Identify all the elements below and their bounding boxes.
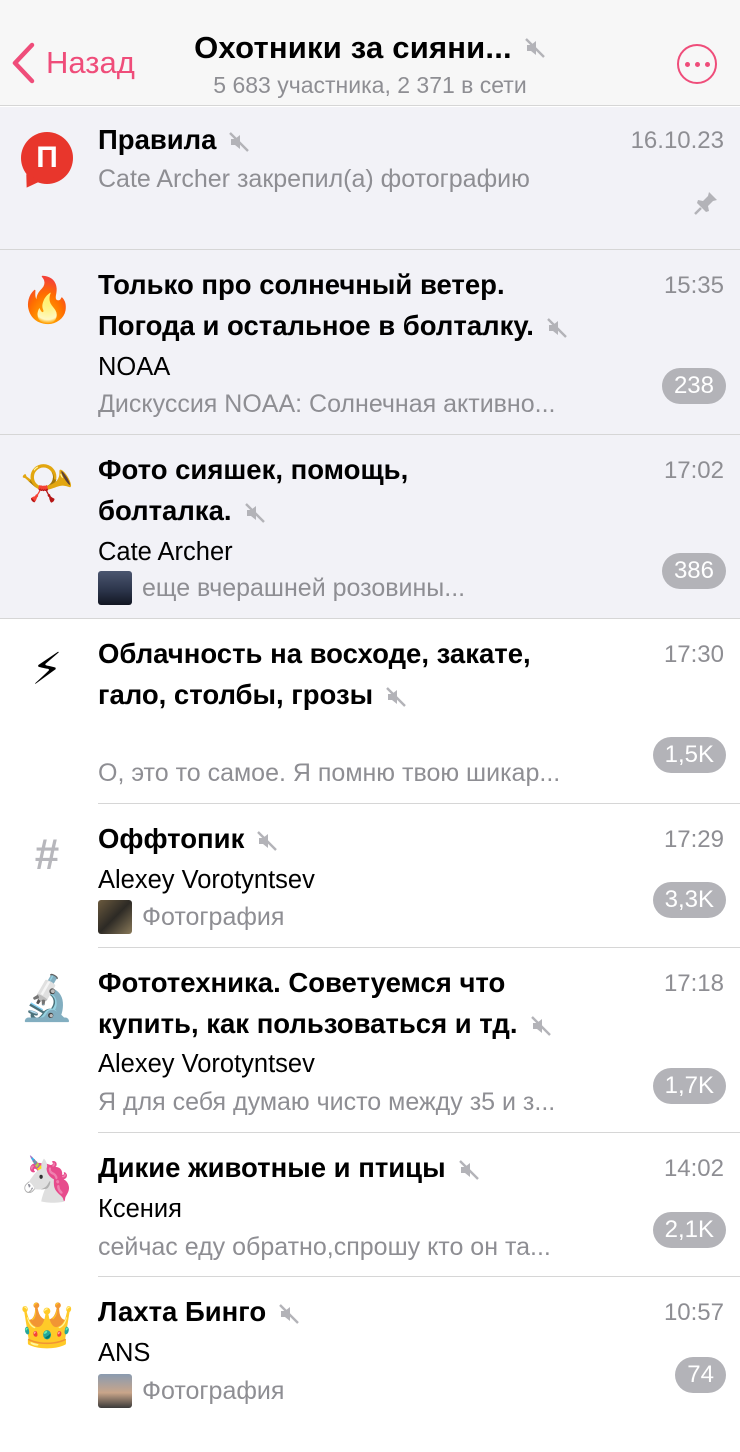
topic-name: Фото сияшек, помощь, болталка. — [98, 449, 638, 531]
topic-item-solar-wind[interactable]: 🔥 Только про солнечный ветер. Погода и о… — [0, 250, 740, 434]
muted-icon — [278, 1303, 300, 1325]
topic-name-line2: купить, как пользоваться и тд. — [98, 1008, 518, 1039]
muted-icon — [530, 1015, 552, 1037]
topic-name: Фототехника. Советуемся что купить, как … — [98, 962, 638, 1044]
topic-sender: Ксения — [98, 1195, 182, 1223]
muted-icon — [524, 37, 546, 59]
chat-title-area[interactable]: Охотники за сияни... 5 683 участника, 2 … — [150, 30, 590, 99]
topic-name: Только про солнечный ветер. Погода и ост… — [98, 264, 638, 346]
topic-name-line1: Облачность на восходе, закате, — [98, 638, 531, 669]
topic-name: Дикие животные и птицы — [98, 1147, 638, 1188]
topic-preview: Дискуссия NOAA: Солнечная активно... — [98, 390, 556, 418]
topic-preview: Фотография — [98, 1374, 638, 1408]
topic-item-lakhta-bingo[interactable]: 👑 Лахта Бинго 10:57 ANS Фотография 74 — [0, 1277, 740, 1427]
rules-icon: П — [18, 129, 76, 187]
topic-item-photo-gear[interactable]: 🔬 Фототехника. Советуемся что купить, ка… — [0, 948, 740, 1132]
topic-time: 17:02 — [663, 457, 724, 484]
muted-icon — [244, 502, 266, 524]
topic-name-text: Оффтопик — [98, 823, 245, 854]
topic-preview: еще вчерашней розовины... — [98, 571, 638, 605]
topic-time: 16.10.23 — [630, 127, 724, 154]
topic-item-clouds[interactable]: ⚡ Облачность на восходе, закате, гало, с… — [0, 619, 740, 803]
fire-icon: 🔥 — [19, 276, 75, 325]
unread-badge: 3,3K — [652, 882, 726, 918]
topic-item-wildlife[interactable]: 🦄 Дикие животные и птицы 14:02 Ксения се… — [0, 1133, 740, 1276]
topic-preview-text: Фотография — [142, 1376, 285, 1405]
photo-thumbnail — [98, 900, 132, 934]
topic-time: 14:02 — [663, 1155, 724, 1182]
topic-name: Облачность на восходе, закате, гало, сто… — [98, 633, 638, 715]
topic-name: Лахта Бинго — [98, 1291, 638, 1332]
topic-name-text: Дикие животные и птицы — [98, 1152, 446, 1183]
crown-icon: 👑 — [19, 1301, 75, 1350]
muted-icon — [385, 686, 407, 708]
topic-time: 15:35 — [663, 272, 724, 299]
topic-item-offtopic[interactable]: # Оффтопик 17:29 Alexey Vorotyntsev Фото… — [0, 804, 740, 947]
chat-header: Назад Охотники за сияни... 5 683 участни… — [0, 0, 740, 106]
chat-subtitle: 5 683 участника, 2 371 в сети — [213, 72, 527, 98]
chat-title: Охотники за сияни... — [194, 30, 512, 65]
topic-preview: О, это то самое. Я помню твою шикар... — [98, 759, 561, 787]
dot-icon — [684, 61, 690, 67]
lightning-icon: ⚡ — [31, 645, 63, 694]
topic-name-line2: болталка. — [98, 495, 232, 526]
topic-preview: Фотография — [98, 900, 638, 934]
muted-icon — [458, 1159, 480, 1181]
unread-badge: 2,1K — [652, 1212, 726, 1248]
muted-icon — [546, 317, 568, 339]
more-options-button[interactable] — [677, 44, 717, 84]
unread-badge: 74 — [675, 1357, 726, 1393]
back-button[interactable]: Назад — [10, 38, 135, 88]
muted-icon — [256, 830, 278, 852]
topic-name-line1: Только про солнечный ветер. — [98, 269, 505, 300]
microscope-icon: 🔬 — [19, 974, 75, 1023]
topic-name: Оффтопик — [98, 818, 638, 859]
topic-item-rules[interactable]: П Правила 16.10.23 Cate Archer закрепил(… — [0, 107, 740, 249]
muted-icon — [228, 131, 250, 153]
topic-preview: Cate Archer закрепил(а) фотографию — [98, 165, 530, 193]
topic-item-aurora-photos[interactable]: 📯 Фото сияшек, помощь, болталка. 17:02 C… — [0, 435, 740, 618]
dot-icon — [694, 61, 700, 67]
topic-preview: сейчас еду обратно,спрошу кто он та... — [98, 1233, 551, 1261]
topic-name-line1: Фототехника. Советуемся что — [98, 967, 506, 998]
topic-time: 10:57 — [663, 1299, 724, 1326]
topic-time: 17:29 — [663, 826, 724, 853]
back-label: Назад — [46, 45, 135, 80]
topic-sender: ANS — [98, 1339, 151, 1367]
topic-preview-text: Фотография — [142, 902, 285, 931]
dot-icon — [704, 61, 710, 67]
chevron-left-icon — [12, 42, 35, 84]
unread-badge: 1,5K — [652, 737, 726, 773]
sunset-thumbnail — [98, 1374, 132, 1408]
topic-sender: Cate Archer — [98, 538, 233, 566]
unread-badge: 238 — [661, 368, 726, 404]
night-sky-thumbnail — [98, 571, 132, 605]
topic-preview: Я для себя думаю чисто между з5 и з... — [98, 1088, 556, 1116]
unicorn-icon: 🦄 — [19, 1155, 75, 1204]
topic-name-text: Лахта Бинго — [98, 1296, 267, 1327]
topic-time: 17:30 — [663, 641, 724, 668]
topic-name-line1: Фото сияшек, помощь, — [98, 454, 409, 485]
topic-sender: Alexey Vorotyntsev — [98, 866, 315, 894]
topic-name: Правила — [98, 119, 638, 160]
pin-icon — [694, 192, 717, 215]
megaphone-icon: 📯 — [19, 459, 75, 508]
unread-badge: 1,7K — [652, 1068, 726, 1104]
topic-name-line2: гало, столбы, грозы — [98, 679, 374, 710]
topic-time: 17:18 — [663, 970, 724, 997]
unread-badge: 386 — [661, 553, 726, 589]
topic-name-line2: Погода и остальное в болталку. — [98, 310, 534, 341]
topic-name-text: Правила — [98, 124, 217, 155]
hash-icon: # — [34, 830, 60, 879]
topic-preview-text: еще вчерашней розовины... — [142, 573, 466, 602]
topic-sender: Alexey Vorotyntsev — [98, 1050, 315, 1078]
topic-sender: NOAA — [98, 353, 171, 381]
